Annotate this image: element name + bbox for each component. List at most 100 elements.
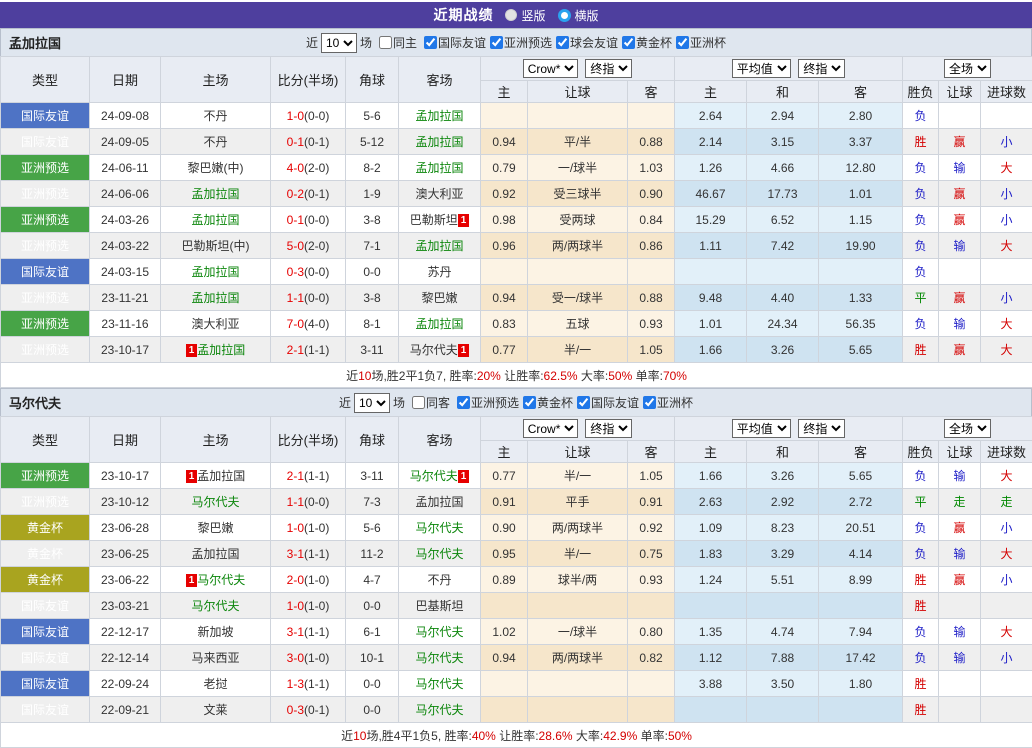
col-header-asia-away: 客 (628, 81, 675, 103)
handicap-result-cell (939, 103, 981, 129)
goals-result-cell: 小 (981, 285, 1032, 311)
home-team-cell: 马尔代夫 (161, 593, 271, 619)
asia-away-odds: 0.80 (628, 619, 675, 645)
competition-checkbox-input[interactable] (556, 36, 569, 49)
score-cell: 2-0(1-0) (271, 567, 346, 593)
asia-away-odds (628, 697, 675, 723)
competition-checkbox[interactable]: 黄金杯 (618, 34, 672, 51)
col-header-result: 胜负 (903, 81, 939, 103)
home-team-cell: 1孟加拉国 (161, 337, 271, 363)
competition-checkbox[interactable]: 亚洲预选 (486, 34, 552, 51)
corner-cell: 5-6 (346, 515, 399, 541)
same-venue-checkbox[interactable]: 同客 (408, 394, 450, 411)
asia-handicap: 两/两球半 (528, 515, 628, 541)
col-header-away: 客场 (399, 57, 481, 103)
asia-home-odds: 0.92 (481, 181, 528, 207)
euro-draw-odds (747, 259, 819, 285)
half-time-score: (1-1) (304, 677, 329, 691)
full-time-score: 7-0 (287, 317, 304, 331)
goals-result-cell: 小 (981, 645, 1032, 671)
same-venue-checkbox-input[interactable] (379, 36, 392, 49)
competition-label: 亚洲预选 (471, 394, 519, 411)
result-cell: 胜 (903, 129, 939, 155)
corner-cell: 11-2 (346, 541, 399, 567)
asia-handicap (528, 671, 628, 697)
average-select[interactable]: 平均值 (732, 419, 791, 438)
euro-away-odds (819, 259, 903, 285)
asia-home-odds: 0.94 (481, 129, 528, 155)
results-table: 类型 日期 主场 比分(半场) 角球 客场 Crow* 终指 平均值 终指 全场 (0, 416, 1032, 748)
competition-checkbox-input[interactable] (676, 36, 689, 49)
team-filter-row: 孟加拉国 近 10 场 同主 国际友谊亚洲预选球会友谊黄金杯亚洲杯 (0, 28, 1032, 56)
match-row: 亚洲预选24-06-06孟加拉国0-2(0-1)1-9澳大利亚0.92受三球半0… (1, 181, 1032, 207)
bookmaker-select[interactable]: Crow* (523, 419, 578, 438)
competition-checkbox-input[interactable] (490, 36, 503, 49)
same-venue-checkbox[interactable]: 同主 (375, 34, 417, 51)
average-select[interactable]: 平均值 (732, 59, 791, 78)
score-cell: 1-3(1-1) (271, 671, 346, 697)
competition-checkbox[interactable]: 黄金杯 (519, 394, 573, 411)
team-name: 马尔代夫 (415, 625, 463, 639)
asia-away-odds: 0.93 (628, 311, 675, 337)
match-row: 黄金杯23-06-28黎巴嫩1-0(1-0)5-6马尔代夫0.90两/两球半0.… (1, 515, 1032, 541)
competition-checkbox-input[interactable] (577, 396, 590, 409)
final-index-select-2[interactable]: 终指 (798, 59, 845, 78)
near-label: 近 (339, 394, 351, 411)
euro-home-odds: 1.11 (675, 233, 747, 259)
final-index-select-2[interactable]: 终指 (798, 419, 845, 438)
competition-checkbox-input[interactable] (643, 396, 656, 409)
match-date-cell: 22-12-14 (90, 645, 161, 671)
competition-checkbox-input[interactable] (622, 36, 635, 49)
competition-checkbox-input[interactable] (424, 36, 437, 49)
asia-away-odds: 1.05 (628, 337, 675, 363)
full-time-score: 1-1 (287, 291, 304, 305)
match-count-select[interactable]: 10 (354, 393, 390, 413)
asia-handicap: 半/一 (528, 463, 628, 489)
radio-unselected-icon[interactable] (558, 9, 571, 22)
radio-selected-icon[interactable] (505, 9, 517, 21)
euro-draw-odds: 4.40 (747, 285, 819, 311)
competition-label: 球会友谊 (570, 34, 618, 51)
euro-home-odds: 1.01 (675, 311, 747, 337)
final-index-select[interactable]: 终指 (585, 59, 632, 78)
euro-away-odds: 2.72 (819, 489, 903, 515)
competition-checkbox[interactable]: 球会友谊 (552, 34, 618, 51)
home-team-cell: 澳大利亚 (161, 311, 271, 337)
corner-cell: 4-7 (346, 567, 399, 593)
layout-option-vertical[interactable]: 竖版 (505, 7, 545, 24)
competition-checkbox[interactable]: 国际友谊 (420, 34, 486, 51)
asia-home-odds: 0.94 (481, 645, 528, 671)
recent-results-page: 近期战绩 竖版 横版 孟加拉国 近 10 场 同主 国际友谊亚洲预选球会友谊黄金… (0, 2, 1032, 748)
matches-label: 场 (360, 34, 372, 51)
competition-checkbox-input[interactable] (457, 396, 470, 409)
vertical-layout-label: 竖版 (521, 7, 545, 24)
goals-result-cell: 小 (981, 567, 1032, 593)
competition-checkbox[interactable]: 国际友谊 (573, 394, 639, 411)
score-cell: 0-1(0-1) (271, 129, 346, 155)
col-header-euro-away: 客 (819, 441, 903, 463)
team-name: 马尔代夫 (415, 703, 463, 717)
competition-checkbox[interactable]: 亚洲杯 (639, 394, 693, 411)
euro-draw-odds: 4.66 (747, 155, 819, 181)
euro-home-odds: 1.66 (675, 463, 747, 489)
competition-checkbox[interactable]: 亚洲杯 (672, 34, 726, 51)
competition-checkbox[interactable]: 亚洲预选 (453, 394, 519, 411)
final-index-select[interactable]: 终指 (585, 419, 632, 438)
handicap-result-cell: 赢 (939, 181, 981, 207)
same-venue-checkbox-input[interactable] (412, 396, 425, 409)
home-team-cell: 新加坡 (161, 619, 271, 645)
goals-result-cell: 大 (981, 233, 1032, 259)
match-date-cell: 23-10-17 (90, 337, 161, 363)
match-count-select[interactable]: 10 (321, 33, 357, 53)
competition-checkbox-input[interactable] (523, 396, 536, 409)
team-name: 文莱 (203, 703, 227, 717)
bookmaker-select[interactable]: Crow* (523, 59, 578, 78)
scope-select[interactable]: 全场 (944, 59, 991, 78)
result-cell: 胜 (903, 697, 939, 723)
home-team-cell: 巴勒斯坦(中) (161, 233, 271, 259)
scope-select[interactable]: 全场 (944, 419, 991, 438)
match-date-cell: 23-10-12 (90, 489, 161, 515)
layout-option-horizontal[interactable]: 横版 (558, 7, 599, 24)
euro-draw-odds: 3.15 (747, 129, 819, 155)
handicap-result-cell: 赢 (939, 515, 981, 541)
